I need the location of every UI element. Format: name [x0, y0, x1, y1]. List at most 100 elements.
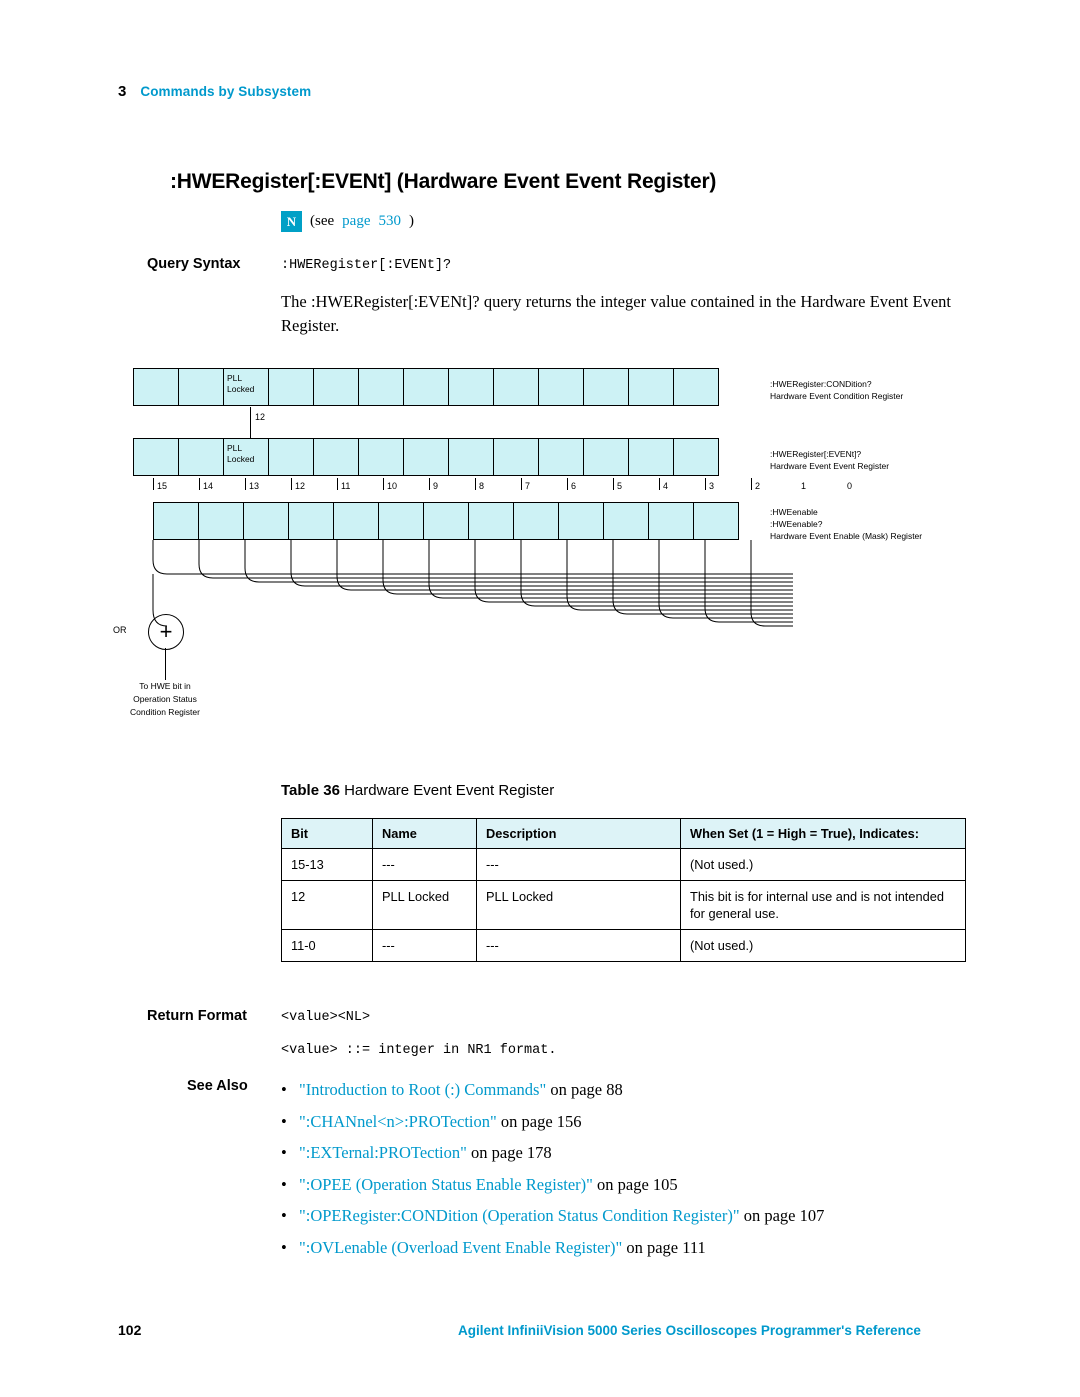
event-cell — [358, 438, 404, 476]
bit-number: 13 — [249, 481, 260, 491]
condition-cell: PLL Locked — [223, 368, 269, 406]
chapter-number: 3 — [118, 83, 127, 100]
enable-cell — [243, 502, 289, 540]
column-header-bit: Bit — [281, 818, 373, 849]
condition-cell — [448, 368, 494, 406]
table-caption-text: Hardware Event Event Register — [344, 782, 555, 799]
column-header-description: Description — [476, 818, 681, 849]
bit-tick — [383, 478, 384, 490]
bit-number: 10 — [387, 481, 398, 491]
return-format-definition: <value> ::= integer in NR1 format. — [281, 1043, 557, 1058]
list-item: ":OPERegister:CONDition (Operation Statu… — [281, 1200, 961, 1232]
condition-cell — [628, 368, 674, 406]
see-also-link[interactable]: "Introduction to Root (:) Commands" — [299, 1080, 546, 1099]
condition-cell — [673, 368, 719, 406]
table-caption-label: Table 36 — [281, 782, 340, 799]
see-also-tail: on page 111 — [622, 1237, 706, 1257]
table-row: 12 PLL Locked PLL Locked This bit is for… — [281, 880, 966, 930]
bit-number: 4 — [663, 481, 669, 491]
see-also-link[interactable]: ":OVLenable (Overload Event Enable Regis… — [299, 1238, 622, 1257]
cell-indicates: This bit is for internal use and is not … — [680, 880, 966, 930]
bit-number: 8 — [479, 481, 485, 491]
see-also-tail: on page 178 — [466, 1143, 552, 1162]
event-register-row: PLL Locked — [133, 438, 719, 476]
cell-name: PLL Locked — [372, 880, 477, 930]
condition-cell — [268, 368, 314, 406]
page: 3 Commands by Subsystem :HWERegister[:EV… — [0, 0, 1080, 1397]
bit-tick — [705, 478, 706, 490]
list-item: ":CHANnel<n>:PROTection" on page 156 — [281, 1106, 961, 1138]
page-title: :HWERegister[:EVENt] (Hardware Event Eve… — [170, 170, 717, 193]
condition-annotation: :HWERegister:CONDition? Hardware Event C… — [770, 379, 904, 401]
note-close-paren: ) — [408, 213, 414, 229]
or-plus-icon: + — [148, 614, 184, 650]
enable-cell — [558, 502, 604, 540]
query-syntax-label: Query Syntax — [147, 256, 241, 272]
table-row: 11-0 --- --- (Not used.) — [281, 929, 966, 962]
see-also-link[interactable]: ":OPERegister:CONDition (Operation Statu… — [299, 1206, 740, 1225]
see-also-link[interactable]: ":EXTernal:PROTection" — [299, 1143, 467, 1162]
chapter-title: Commands by Subsystem — [140, 84, 312, 99]
event-cell — [628, 438, 674, 476]
column-header-indicates: When Set (1 = High = True), Indicates: — [680, 818, 966, 849]
enable-cell — [648, 502, 694, 540]
enable-register-row — [153, 502, 739, 540]
table-caption: Table 36 Hardware Event Event Register — [281, 782, 554, 799]
note-page-link[interactable]: page — [342, 213, 370, 230]
event-cell — [538, 438, 584, 476]
event-annotation: :HWERegister[:EVENt]? Hardware Event Eve… — [770, 449, 890, 471]
event-cell — [133, 438, 179, 476]
return-format-value: <value><NL> — [281, 1010, 371, 1025]
bit-number: 3 — [709, 481, 715, 491]
bit-tick — [521, 478, 522, 490]
list-item: ":EXTernal:PROTection" on page 178 — [281, 1137, 961, 1169]
note-page-number[interactable]: 530 — [378, 213, 401, 230]
table-header-row: Bit Name Description When Set (1 = High … — [281, 818, 966, 849]
or-label: OR — [113, 625, 127, 635]
list-item: ":OVLenable (Overload Event Enable Regis… — [281, 1232, 961, 1264]
event-cell: PLL Locked — [223, 438, 269, 476]
list-item: ":OPEE (Operation Status Enable Register… — [281, 1169, 961, 1201]
cell-description: --- — [476, 848, 681, 881]
condition-cell — [133, 368, 179, 406]
event-cell — [313, 438, 359, 476]
enable-cell — [513, 502, 559, 540]
event-cell — [583, 438, 629, 476]
enable-cell — [468, 502, 514, 540]
cell-name: --- — [372, 848, 477, 881]
cell-indicates: (Not used.) — [680, 848, 966, 881]
condition-cell — [538, 368, 584, 406]
cell-bit: 11-0 — [281, 929, 373, 962]
bit-tick — [199, 478, 200, 490]
bit-number: 7 — [525, 481, 531, 491]
cell-bit: 12 — [281, 880, 373, 930]
enable-annotation: :HWEenable :HWEenable? Hardware Event En… — [770, 507, 923, 541]
condition-cell — [583, 368, 629, 406]
enable-cell — [693, 502, 739, 540]
cell-indicates: (Not used.) — [680, 929, 966, 962]
event-cell — [178, 438, 224, 476]
cell-description: PLL Locked — [476, 880, 681, 930]
condition-register-row: PLL Locked — [133, 368, 719, 406]
condition-to-event-connector — [250, 407, 251, 439]
bit-number: 15 — [157, 481, 168, 491]
bit-tick — [291, 478, 292, 490]
connector-bit-number: 12 — [255, 412, 266, 422]
event-cell — [673, 438, 719, 476]
enable-cell — [333, 502, 379, 540]
event-cell — [268, 438, 314, 476]
footer-page-number: 102 — [118, 1322, 142, 1338]
bit-number: 0 — [847, 481, 853, 491]
see-also-tail: on page 107 — [739, 1206, 825, 1225]
note-row: N (see page 530 ) — [281, 211, 414, 232]
bit-number: 14 — [203, 481, 214, 491]
bit-number: 9 — [433, 481, 439, 491]
see-also-link[interactable]: ":CHANnel<n>:PROTection" — [299, 1112, 497, 1131]
bit-tick — [659, 478, 660, 490]
table-row: 15-13 --- --- (Not used.) — [281, 848, 966, 881]
see-also-label: See Also — [187, 1078, 248, 1094]
see-also-link[interactable]: ":OPEE (Operation Status Enable Register… — [299, 1175, 593, 1194]
bit-tick — [245, 478, 246, 490]
condition-cell — [358, 368, 404, 406]
bit-tick — [475, 478, 476, 490]
